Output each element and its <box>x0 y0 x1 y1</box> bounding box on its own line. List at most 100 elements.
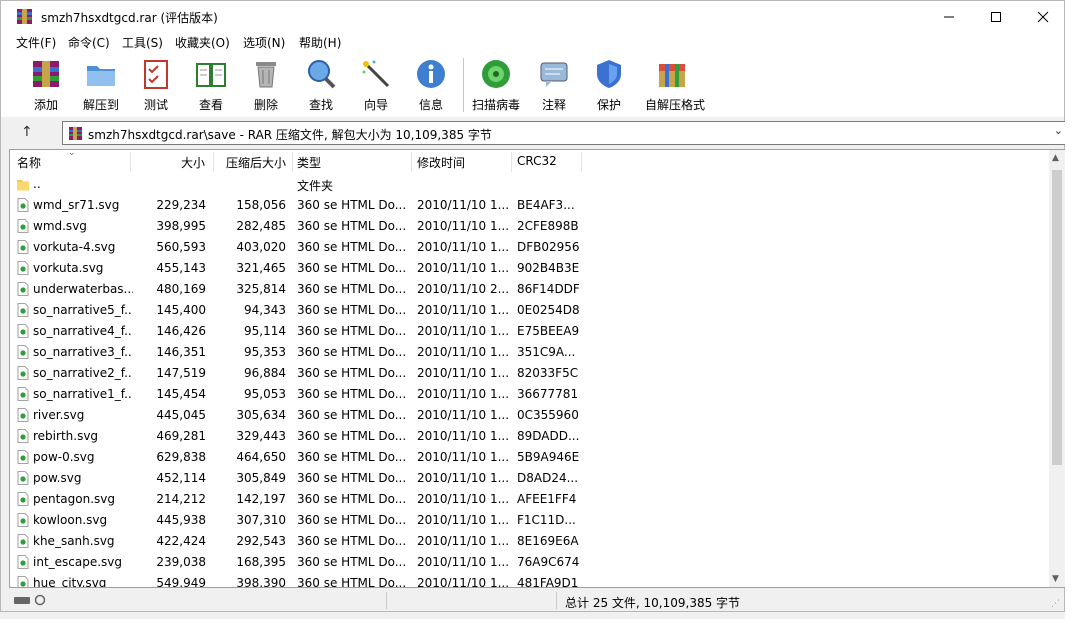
scrollbar-thumb[interactable] <box>1052 170 1062 465</box>
cell-packed: 305,849 <box>236 471 286 485</box>
cell-crc: 481FA9D1 <box>517 576 579 588</box>
menu-file[interactable]: 文件(F) <box>16 34 56 51</box>
file-row[interactable]: river.svg 445,045 305,634 360 se HTML Do...… <box>10 405 1051 426</box>
file-row[interactable]: so_narrative1_f... 145,454 95,053 360 se HT… <box>10 384 1051 405</box>
cell-packed: 95,114 <box>244 324 286 338</box>
cell-name: vorkuta.svg <box>33 261 104 275</box>
file-list: 名称 ⌄ 大小 压缩后大小 类型 修改时间 CRC32 .. 文件夹 wmd_sr7… <box>9 149 1066 588</box>
find-button[interactable]: 查找 <box>294 56 348 114</box>
svg-file-icon <box>17 576 29 587</box>
file-row[interactable]: int_escape.svg 239,038 168,395 360 se HTML … <box>10 552 1051 573</box>
cell-modified: 2010/11/10 1... <box>417 450 509 464</box>
minimize-icon <box>944 16 954 17</box>
test-label: 测试 <box>143 98 168 112</box>
scroll-down-icon[interactable]: ▼ <box>1052 574 1059 584</box>
file-row[interactable]: rebirth.svg 469,281 329,443 360 se HTML Do.… <box>10 426 1051 447</box>
file-row[interactable]: khe_sanh.svg 422,424 292,543 360 se HTML Do… <box>10 531 1051 552</box>
file-row[interactable]: vorkuta.svg 455,143 321,465 360 se HTML Do.… <box>10 258 1051 279</box>
delete-label: 删除 <box>253 98 278 112</box>
sfx-button[interactable]: 自解压格式 <box>645 56 706 114</box>
vertical-scrollbar[interactable]: ▲ ▼ <box>1049 150 1065 587</box>
up-arrow-icon[interactable]: ↑ <box>21 124 33 140</box>
cell-size: 145,400 <box>156 303 206 317</box>
file-row[interactable]: hue_city.svg 549,949 398,390 360 se HTML Do… <box>10 573 1051 588</box>
file-row[interactable]: so_narrative4_f... 146,426 95,114 360 se HT… <box>10 321 1051 342</box>
file-row[interactable]: wmd.svg 398,995 282,485 360 se HTML Do... 20… <box>10 216 1051 237</box>
cell-type: 360 se HTML Do... <box>297 408 407 422</box>
cell-size: 145,454 <box>156 387 206 401</box>
file-row[interactable]: pow.svg 452,114 305,849 360 se HTML Do... 20… <box>10 468 1051 489</box>
file-row[interactable]: pentagon.svg 214,212 142,197 360 se HTML Do… <box>10 489 1051 510</box>
file-row[interactable]: so_narrative5_f... 145,400 94,343 360 se HT… <box>10 300 1051 321</box>
parent-folder-row[interactable]: .. 文件夹 <box>10 174 1051 195</box>
file-row[interactable]: wmd_sr71.svg 229,234 158,056 360 se HTML Do… <box>10 195 1051 216</box>
column-divider[interactable] <box>292 152 293 172</box>
column-type[interactable]: 类型 <box>297 154 321 171</box>
drive-icon <box>14 594 46 606</box>
self-extracting-box-icon <box>659 64 685 87</box>
column-size[interactable]: 大小 <box>181 154 205 171</box>
test-button[interactable]: 测试 <box>129 56 183 114</box>
cell-packed: 307,310 <box>236 513 286 527</box>
virus-scan-icon <box>482 60 510 88</box>
maximize-icon <box>991 11 1001 22</box>
cell-size: 455,143 <box>156 261 206 275</box>
trash-icon <box>256 62 276 88</box>
protect-label: 保护 <box>596 98 621 112</box>
menu-commands[interactable]: 命令(C) <box>68 34 110 51</box>
scroll-up-icon[interactable]: ▲ <box>1052 153 1059 163</box>
sfx-label: 自解压格式 <box>645 98 706 112</box>
archive-path-text: smzh7hsxdtgcd.rar\save - RAR 压缩文件, 解包大小为… <box>88 128 492 142</box>
menu-tools[interactable]: 工具(S) <box>122 34 163 51</box>
maximize-button[interactable] <box>973 1 1019 32</box>
view-button[interactable]: 查看 <box>184 56 238 114</box>
minimize-button[interactable] <box>926 1 972 32</box>
column-divider[interactable] <box>130 152 131 172</box>
find-label: 查找 <box>308 98 333 112</box>
file-row[interactable]: so_narrative3_f... 146,351 95,353 360 se HT… <box>10 342 1051 363</box>
archive-path-field[interactable]: smzh7hsxdtgcd.rar\save - RAR 压缩文件, 解包大小为… <box>62 121 1068 145</box>
cell-type: 360 se HTML Do... <box>297 555 407 569</box>
file-row[interactable]: kowloon.svg 445,938 307,310 360 se HTML Do.… <box>10 510 1051 531</box>
scan-virus-button[interactable]: 扫描病毒 <box>469 56 523 114</box>
column-divider[interactable] <box>511 152 512 172</box>
column-divider[interactable] <box>213 152 214 172</box>
cell-crc: 0E0254D8 <box>517 303 579 317</box>
column-divider[interactable] <box>581 152 582 172</box>
cell-packed: 168,395 <box>236 555 286 569</box>
svg-file-icon <box>17 303 29 317</box>
delete-button[interactable]: 删除 <box>239 56 293 114</box>
file-row[interactable]: vorkuta-4.svg 560,593 403,020 360 se HTML D… <box>10 237 1051 258</box>
file-row[interactable]: so_narrative2_f... 147,519 96,884 360 se HT… <box>10 363 1051 384</box>
cell-size: 214,212 <box>156 492 206 506</box>
cell-packed: 292,543 <box>236 534 286 548</box>
cell-size: 480,169 <box>156 282 206 296</box>
column-packed[interactable]: 压缩后大小 <box>226 154 286 171</box>
menu-options[interactable]: 选项(N) <box>243 34 285 51</box>
wizard-button[interactable]: 向导 <box>349 56 403 114</box>
close-button[interactable] <box>1020 1 1066 32</box>
file-row[interactable]: pow-0.svg 629,838 464,650 360 se HTML Do...… <box>10 447 1051 468</box>
comment-button[interactable]: 注释 <box>527 56 581 114</box>
cell-type: 360 se HTML Do... <box>297 471 407 485</box>
extract-button[interactable]: 解压到 <box>74 56 128 114</box>
column-name[interactable]: 名称 <box>17 154 41 171</box>
cell-name: rebirth.svg <box>33 429 99 443</box>
resize-grip-icon[interactable]: ⋰ <box>1051 599 1060 609</box>
menu-help[interactable]: 帮助(H) <box>299 34 341 51</box>
column-modified[interactable]: 修改时间 <box>417 154 465 171</box>
file-row[interactable]: underwaterbas... 480,169 325,814 360 se HTM… <box>10 279 1051 300</box>
cell-type: 360 se HTML Do... <box>297 303 407 317</box>
cell-crc: DFB02956 <box>517 240 579 254</box>
menu-favorites[interactable]: 收藏夹(O) <box>175 34 230 51</box>
chevron-down-icon[interactable]: ⌄ <box>1054 124 1063 137</box>
add-button[interactable]: 添加 <box>19 56 73 114</box>
cell-packed: 94,343 <box>244 303 286 317</box>
cell-name: so_narrative5_f... <box>33 303 133 317</box>
info-button[interactable]: 信息 <box>404 56 458 114</box>
cell-modified: 2010/11/10 1... <box>417 534 509 548</box>
cell-name: underwaterbas... <box>33 282 133 296</box>
protect-button[interactable]: 保护 <box>582 56 636 114</box>
column-crc[interactable]: CRC32 <box>517 154 557 168</box>
column-divider[interactable] <box>411 152 412 172</box>
